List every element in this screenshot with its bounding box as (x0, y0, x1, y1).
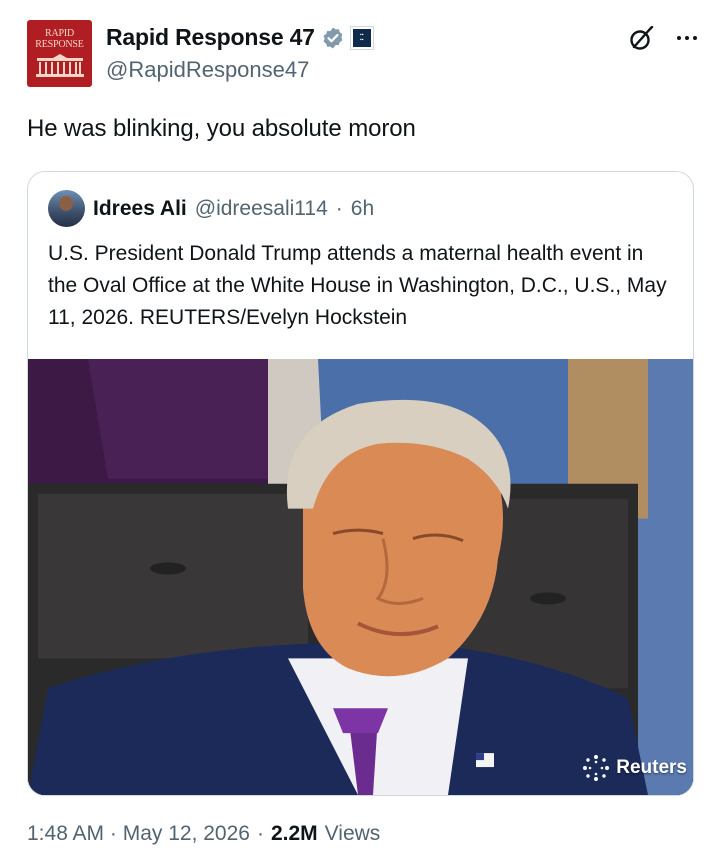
quoted-separator: · (335, 196, 343, 220)
post-timestamp[interactable]: 1:48 AM · May 12, 2026 (27, 822, 250, 846)
reuters-watermark: Reuters (581, 753, 687, 783)
more-options-icon[interactable] (674, 30, 700, 46)
views-count: 2.2M (270, 822, 318, 845)
avatar-logo-text: RAPID RESPONSE (35, 28, 84, 50)
post-meta: 1:48 AM · May 12, 2026 · 2.2M Views (27, 822, 380, 846)
quoted-author-avatar[interactable] (48, 190, 85, 227)
white-house-logo-icon (36, 54, 84, 77)
post-header: RAPID RESPONSE Rapid Response 47 ▪▪ ▪▪ @R… (27, 20, 700, 88)
author-display-name[interactable]: Rapid Response 47 (106, 24, 315, 51)
verified-badge-icon[interactable] (321, 26, 345, 50)
quoted-post-age[interactable]: 6h (351, 197, 374, 221)
quoted-post-text: U.S. President Donald Trump attends a ma… (48, 242, 667, 329)
views-label: Views (324, 822, 381, 845)
author-name-row: Rapid Response 47 ▪▪ ▪▪ (106, 24, 374, 51)
meta-separator: · (256, 822, 264, 845)
quoted-author-name[interactable]: Idrees Ali (93, 197, 187, 221)
author-handle[interactable]: @RapidResponse47 (106, 57, 309, 83)
post-text: He was blinking, you absolute moron (27, 115, 416, 142)
grok-icon[interactable] (628, 26, 654, 52)
affiliate-badge-icon[interactable]: ▪▪ ▪▪ (349, 25, 374, 50)
author-avatar[interactable]: RAPID RESPONSE (27, 20, 92, 87)
quoted-post-photo[interactable]: Reuters (28, 359, 693, 795)
photo-illustration (28, 359, 693, 795)
quoted-post-header: Idrees Ali @idreesali114 · 6h (48, 190, 374, 227)
reuters-logo-icon (583, 755, 610, 781)
quoted-post-card[interactable]: Idrees Ali @idreesali114 · 6h U.S. Presi… (27, 171, 694, 796)
quoted-author-handle[interactable]: @idreesali114 (195, 197, 328, 221)
reuters-label: Reuters (616, 757, 687, 778)
